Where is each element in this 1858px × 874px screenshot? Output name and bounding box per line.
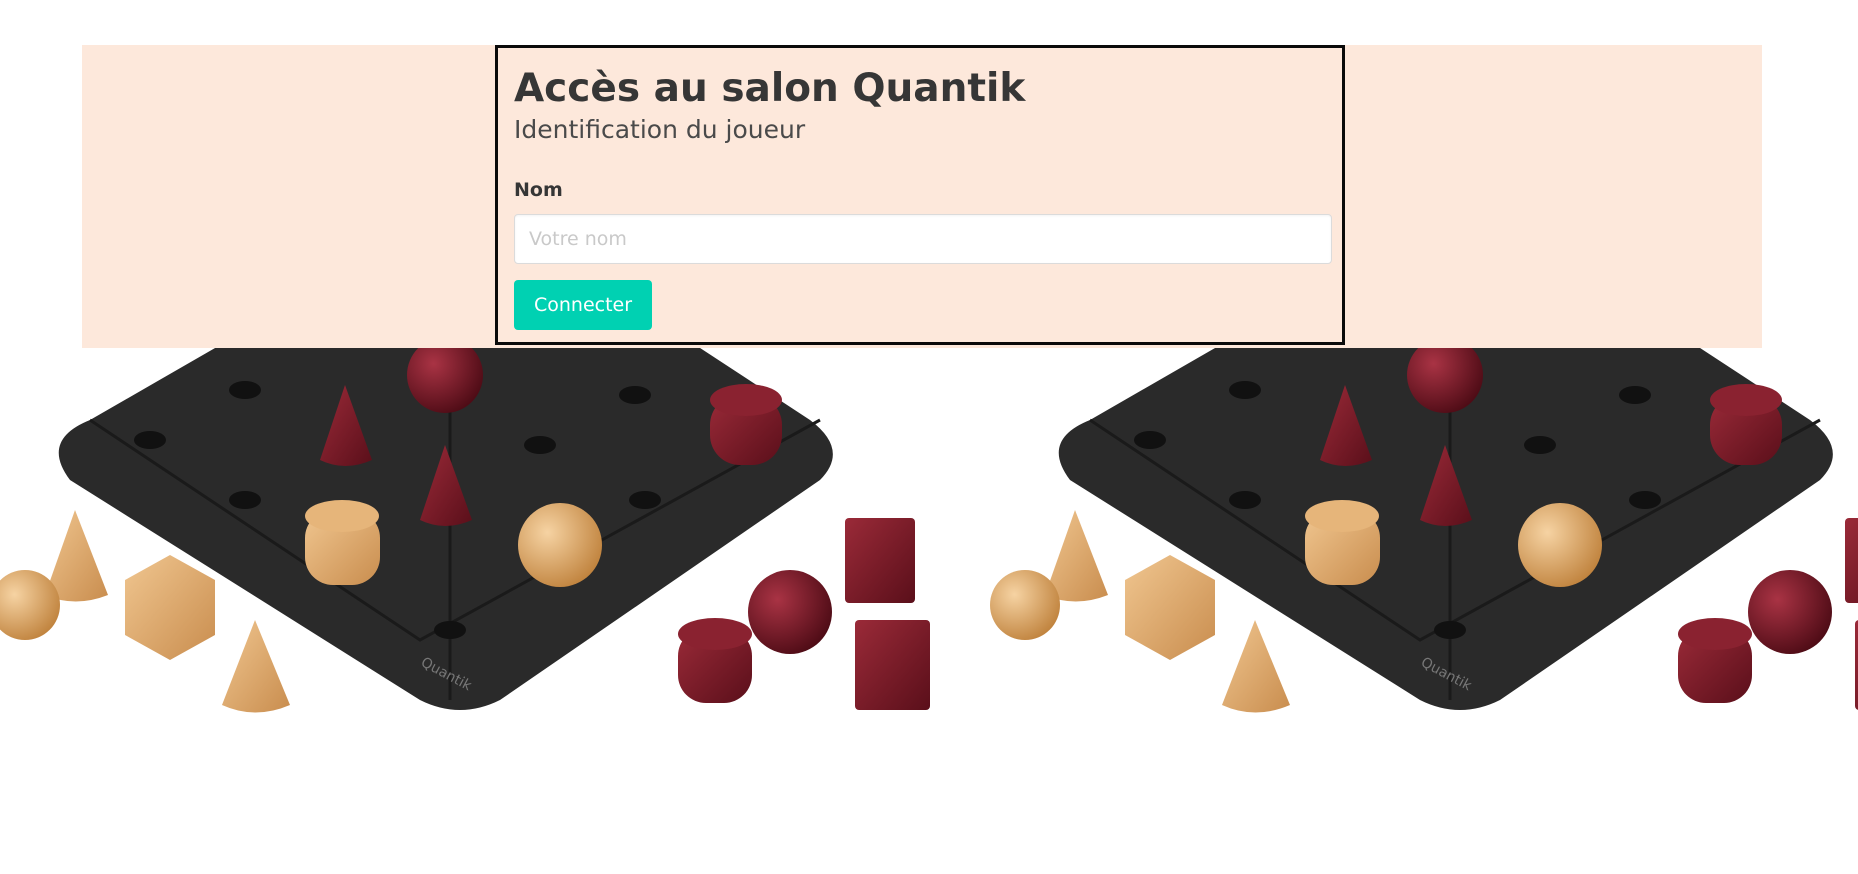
login-form: Accès au salon Quantik Identification du… [495, 45, 1345, 345]
name-field-label: Nom [514, 179, 563, 201]
page-title: Accès au salon Quantik [514, 66, 1026, 111]
connect-button[interactable]: Connecter [514, 280, 653, 330]
page-subtitle: Identification du joueur [514, 115, 806, 144]
name-input[interactable] [514, 214, 1332, 264]
